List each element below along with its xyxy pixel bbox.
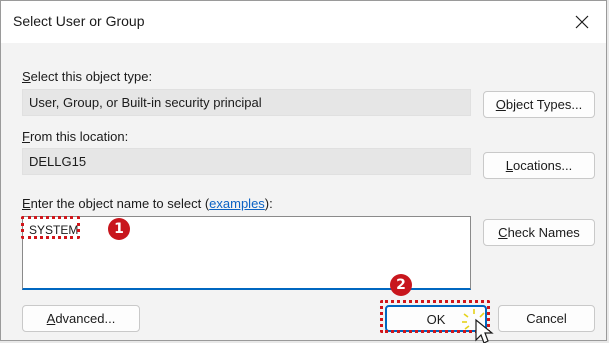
- object-types-button[interactable]: Object Types...: [483, 91, 595, 118]
- step2-badge: 2: [390, 274, 412, 296]
- close-button[interactable]: [564, 7, 600, 37]
- locations-button[interactable]: Locations...: [483, 152, 595, 179]
- close-icon: [575, 15, 589, 29]
- examples-link[interactable]: examples: [209, 196, 265, 211]
- check-names-button[interactable]: Check Names: [483, 219, 595, 246]
- select-user-or-group-dialog: Select User or Group Select this object …: [0, 0, 607, 341]
- cancel-button[interactable]: Cancel: [498, 305, 595, 332]
- step1-badge: 1: [108, 218, 130, 240]
- location-label: From this location:: [22, 129, 129, 144]
- step1-highlight: [21, 216, 80, 239]
- object-name-label: Enter the object name to select (example…: [22, 196, 273, 211]
- location-field: DELLG15: [22, 148, 471, 175]
- title-bar: Select User or Group: [1, 1, 606, 43]
- object-type-field: User, Group, or Built-in security princi…: [22, 89, 471, 116]
- dialog-title: Select User or Group: [13, 13, 145, 29]
- object-type-label: Select this object type:: [22, 69, 153, 84]
- hand-cursor-icon: [462, 306, 502, 343]
- advanced-button[interactable]: Advanced...: [22, 305, 140, 332]
